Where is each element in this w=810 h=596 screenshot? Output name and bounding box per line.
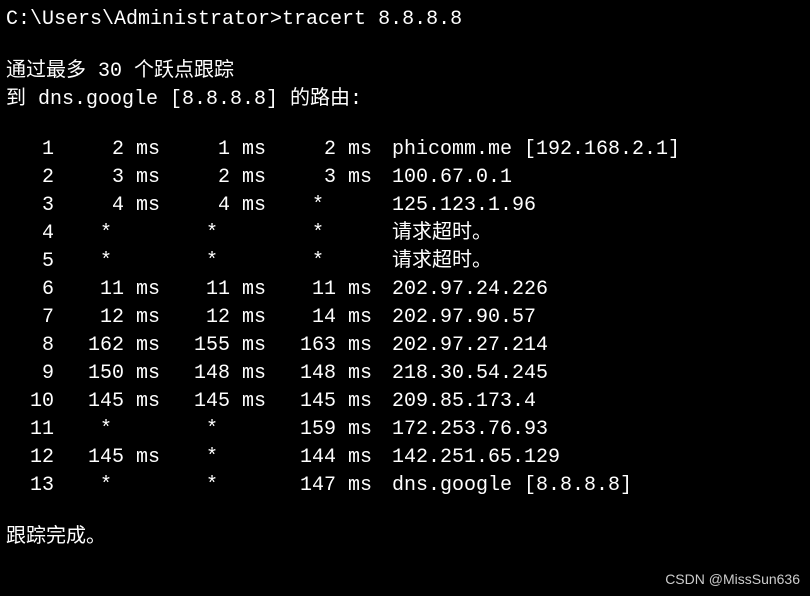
hop-destination: 125.123.1.96 bbox=[372, 192, 536, 220]
hop-number: 2 bbox=[6, 164, 54, 192]
hop-number: 12 bbox=[6, 444, 54, 472]
hop-row: 34 ms4 ms* 125.123.1.96 bbox=[6, 192, 804, 220]
hop-time: 4 ms bbox=[54, 192, 160, 220]
hop-time: 12 ms bbox=[54, 304, 160, 332]
hop-time: * bbox=[54, 248, 160, 276]
hop-time: 12 ms bbox=[160, 304, 266, 332]
hop-time: 2 ms bbox=[160, 164, 266, 192]
hop-time: * bbox=[160, 248, 266, 276]
hop-time: 2 ms bbox=[266, 136, 372, 164]
hop-time: 145 ms bbox=[160, 388, 266, 416]
hop-time: * bbox=[160, 472, 266, 500]
hop-row: 11* * 159 ms172.253.76.93 bbox=[6, 416, 804, 444]
hop-time: 159 ms bbox=[266, 416, 372, 444]
hop-time: 1 ms bbox=[160, 136, 266, 164]
hop-row: 8162 ms155 ms163 ms202.97.27.214 bbox=[6, 332, 804, 360]
hop-time: * bbox=[54, 416, 160, 444]
hop-number: 3 bbox=[6, 192, 54, 220]
hop-time: 144 ms bbox=[266, 444, 372, 472]
trace-header-line2: 到 dns.google [8.8.8.8] 的路由: bbox=[6, 86, 804, 114]
hop-destination: 209.85.173.4 bbox=[372, 388, 536, 416]
hop-time: 145 ms bbox=[54, 388, 160, 416]
hop-number: 5 bbox=[6, 248, 54, 276]
hop-time: 3 ms bbox=[54, 164, 160, 192]
hop-time: 11 ms bbox=[54, 276, 160, 304]
hop-destination: 142.251.65.129 bbox=[372, 444, 560, 472]
hop-time: 163 ms bbox=[266, 332, 372, 360]
hop-row: 611 ms11 ms11 ms202.97.24.226 bbox=[6, 276, 804, 304]
hop-time: 3 ms bbox=[266, 164, 372, 192]
hop-time: 162 ms bbox=[54, 332, 160, 360]
command-prompt-line[interactable]: C:\Users\Administrator>tracert 8.8.8.8 bbox=[6, 6, 804, 34]
hop-destination: 202.97.90.57 bbox=[372, 304, 536, 332]
hop-time: * bbox=[160, 220, 266, 248]
hop-number: 4 bbox=[6, 220, 54, 248]
hop-destination: 请求超时。 bbox=[372, 220, 492, 248]
hop-row: 4* * * 请求超时。 bbox=[6, 220, 804, 248]
trace-footer: 跟踪完成。 bbox=[6, 524, 804, 552]
hop-row: 12 ms1 ms2 msphicomm.me [192.168.2.1] bbox=[6, 136, 804, 164]
hop-time: 11 ms bbox=[160, 276, 266, 304]
hop-time: 147 ms bbox=[266, 472, 372, 500]
hop-destination: dns.google [8.8.8.8] bbox=[372, 472, 632, 500]
watermark: CSDN @MissSun636 bbox=[665, 570, 800, 590]
hop-time: 148 ms bbox=[266, 360, 372, 388]
hop-destination: phicomm.me [192.168.2.1] bbox=[372, 136, 680, 164]
hop-row: 10145 ms145 ms145 ms209.85.173.4 bbox=[6, 388, 804, 416]
hop-time: 4 ms bbox=[160, 192, 266, 220]
hop-time: 2 ms bbox=[54, 136, 160, 164]
hop-time: 150 ms bbox=[54, 360, 160, 388]
hop-row: 9150 ms148 ms148 ms218.30.54.245 bbox=[6, 360, 804, 388]
hop-row: 12145 ms* 144 ms142.251.65.129 bbox=[6, 444, 804, 472]
hop-number: 1 bbox=[6, 136, 54, 164]
hop-table: 12 ms1 ms2 msphicomm.me [192.168.2.1]23 … bbox=[6, 136, 804, 500]
hop-number: 11 bbox=[6, 416, 54, 444]
trace-header-line1: 通过最多 30 个跃点跟踪 bbox=[6, 58, 804, 86]
hop-time: * bbox=[54, 220, 160, 248]
hop-time: * bbox=[160, 416, 266, 444]
prompt-path: C:\Users\Administrator> bbox=[6, 8, 282, 31]
hop-destination: 100.67.0.1 bbox=[372, 164, 512, 192]
hop-destination: 202.97.27.214 bbox=[372, 332, 548, 360]
hop-time: * bbox=[160, 444, 266, 472]
hop-time: * bbox=[266, 192, 372, 220]
hop-row: 5* * * 请求超时。 bbox=[6, 248, 804, 276]
hop-time: 11 ms bbox=[266, 276, 372, 304]
hop-row: 23 ms2 ms3 ms100.67.0.1 bbox=[6, 164, 804, 192]
hop-time: * bbox=[266, 220, 372, 248]
hop-number: 8 bbox=[6, 332, 54, 360]
hop-destination: 202.97.24.226 bbox=[372, 276, 548, 304]
hop-number: 6 bbox=[6, 276, 54, 304]
hop-time: 155 ms bbox=[160, 332, 266, 360]
hop-number: 7 bbox=[6, 304, 54, 332]
hop-destination: 218.30.54.245 bbox=[372, 360, 548, 388]
hop-number: 13 bbox=[6, 472, 54, 500]
hop-number: 9 bbox=[6, 360, 54, 388]
hop-time: 145 ms bbox=[266, 388, 372, 416]
command-text: tracert 8.8.8.8 bbox=[282, 8, 462, 31]
hop-time: * bbox=[266, 248, 372, 276]
hop-time: 145 ms bbox=[54, 444, 160, 472]
hop-destination: 请求超时。 bbox=[372, 248, 492, 276]
hop-destination: 172.253.76.93 bbox=[372, 416, 548, 444]
hop-time: * bbox=[54, 472, 160, 500]
hop-row: 712 ms12 ms14 ms202.97.90.57 bbox=[6, 304, 804, 332]
hop-time: 14 ms bbox=[266, 304, 372, 332]
hop-number: 10 bbox=[6, 388, 54, 416]
hop-time: 148 ms bbox=[160, 360, 266, 388]
hop-row: 13* * 147 msdns.google [8.8.8.8] bbox=[6, 472, 804, 500]
